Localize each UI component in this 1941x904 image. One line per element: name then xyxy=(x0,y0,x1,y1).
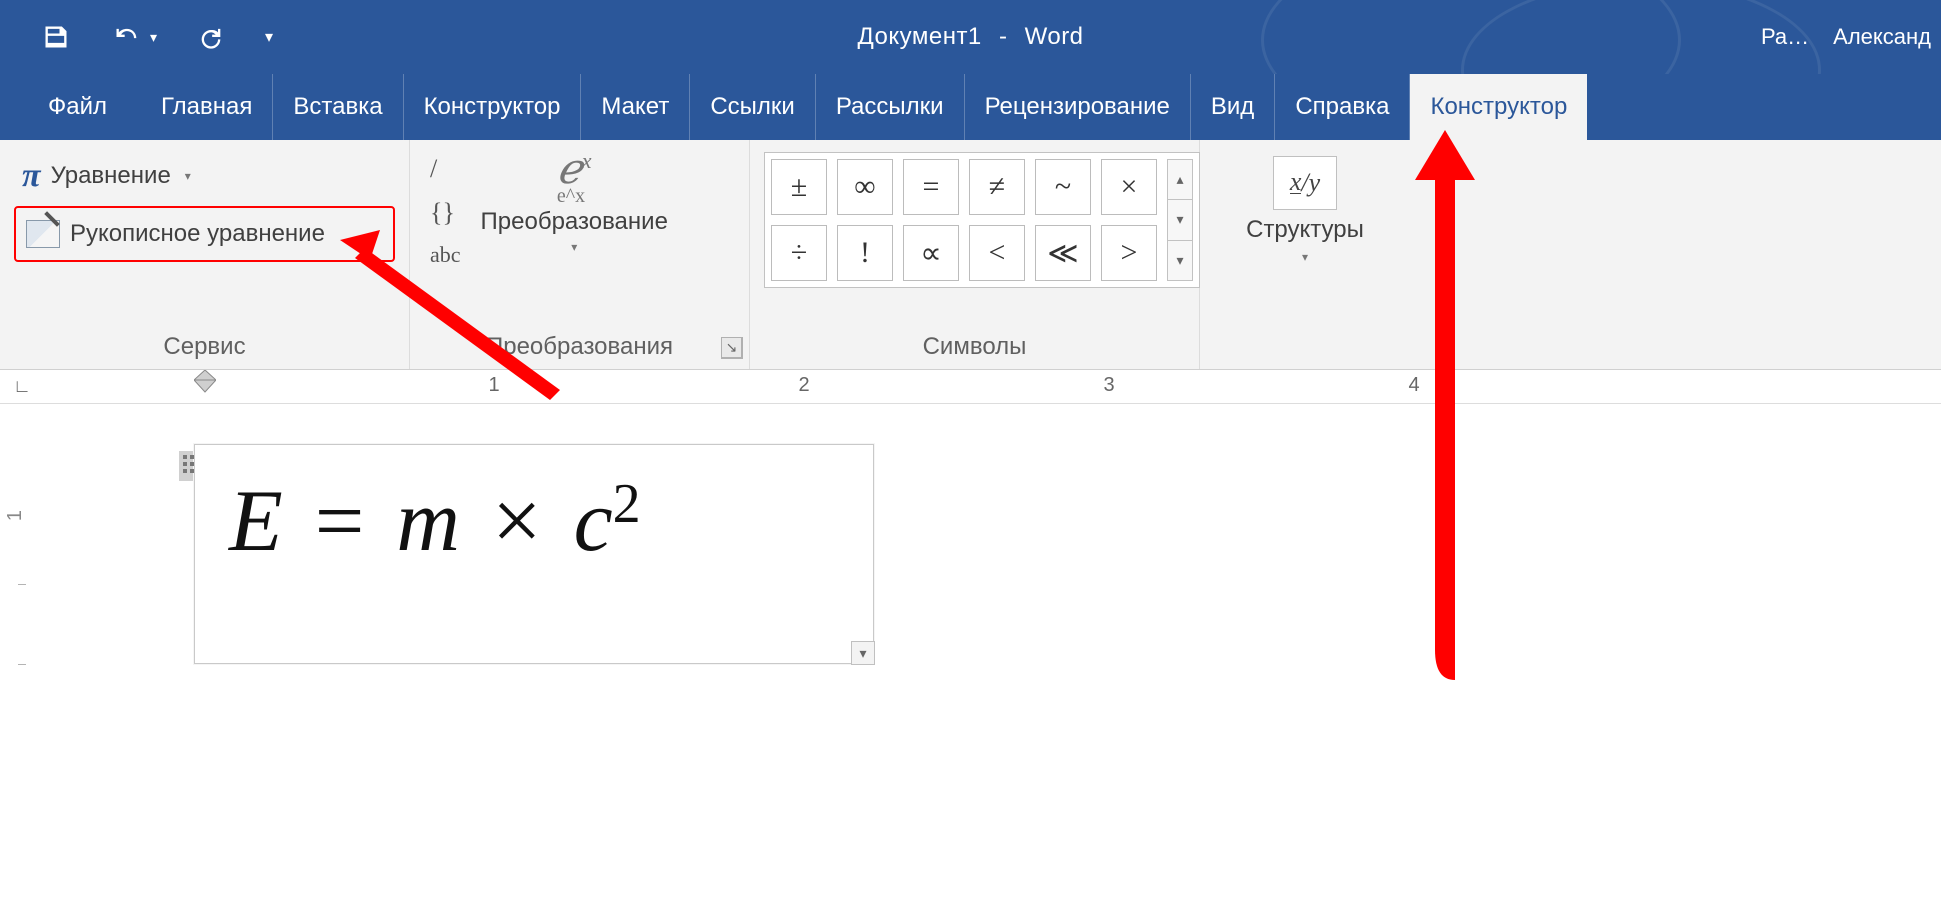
tab-file[interactable]: Файл xyxy=(28,74,141,140)
ink-equation-label: Рукописное уравнение xyxy=(70,220,325,248)
symbols-grid: ± ∞ = ≠ ~ × ÷ ! ∝ < ≪ > xyxy=(771,159,1157,281)
symbol-much-less[interactable]: ≪ xyxy=(1035,225,1091,281)
symbol-tilde[interactable]: ~ xyxy=(1035,159,1091,215)
quick-access-toolbar: ▾ ▾ xyxy=(0,17,279,57)
symbol-multiply[interactable]: × xyxy=(1101,159,1157,215)
save-icon xyxy=(42,23,70,51)
structures-label: Структуры xyxy=(1246,216,1364,244)
horizontal-ruler[interactable]: 1 2 3 4 xyxy=(44,370,1941,403)
save-button[interactable] xyxy=(36,17,76,57)
symbol-not-equal[interactable]: ≠ xyxy=(969,159,1025,215)
qat-customize-button[interactable]: ▾ xyxy=(259,17,279,57)
symbol-factorial[interactable]: ! xyxy=(837,225,893,281)
gallery-scroll-up[interactable]: ▴ xyxy=(1167,159,1193,200)
symbol-infinity[interactable]: ∞ xyxy=(837,159,893,215)
symbol-less-than[interactable]: < xyxy=(969,225,1025,281)
title-bar: ▾ ▾ Документ1 - Word Ра… Александ xyxy=(0,0,1941,74)
group-symbols: ± ∞ = ≠ ~ × ÷ ! ∝ < ≪ > ▴ ▾ ▾ xyxy=(750,140,1200,369)
group-structures: x/y Структуры ▾ xyxy=(1200,140,1410,369)
conversions-dialog-launcher[interactable]: ↘ xyxy=(721,337,743,359)
redo-icon xyxy=(197,23,225,51)
window-title: Документ1 - Word xyxy=(857,23,1083,51)
convert-icon: ℯxe^x xyxy=(557,152,592,204)
group-conversions: / {} abc ℯxe^x Преобразование ▾ Преобраз… xyxy=(410,140,750,369)
gallery-scroll-down[interactable]: ▾ xyxy=(1167,200,1193,240)
convert-label: Преобразование xyxy=(481,208,668,236)
horizontal-ruler-area: ∟ 1 2 3 4 xyxy=(0,370,1941,404)
user-name: Александ xyxy=(1833,24,1931,50)
professional-format-button[interactable]: {} xyxy=(424,196,461,230)
structures-button[interactable]: x/y Структуры ▾ xyxy=(1246,152,1364,264)
equation-drag-handle[interactable] xyxy=(179,451,193,481)
app-name: Word xyxy=(1025,23,1084,50)
vertical-ruler[interactable]: 1 xyxy=(0,404,44,904)
symbols-gallery: ± ∞ = ≠ ~ × ÷ ! ∝ < ≪ > ▴ ▾ ▾ xyxy=(764,152,1200,288)
equation-options-button[interactable]: ▾ xyxy=(851,641,875,665)
gallery-expand[interactable]: ▾ xyxy=(1167,241,1193,281)
convert-button[interactable]: ℯxe^x Преобразование ▾ xyxy=(481,152,668,254)
tab-home[interactable]: Главная xyxy=(141,74,273,140)
document-area: 1 E = m × c2 ▾ xyxy=(0,404,1941,904)
ink-equation-icon xyxy=(26,220,60,248)
symbol-proportional[interactable]: ∝ xyxy=(903,225,959,281)
document-name: Документ1 xyxy=(857,23,981,50)
tab-help[interactable]: Справка xyxy=(1275,74,1410,140)
tab-equation-design[interactable]: Конструктор xyxy=(1410,74,1587,140)
linear-format-button[interactable]: / xyxy=(424,152,443,186)
truncated-context-tab: Ра… xyxy=(1761,24,1809,50)
equation-container[interactable]: E = m × c2 ▾ xyxy=(194,444,874,664)
tab-references[interactable]: Ссылки xyxy=(690,74,816,140)
tab-design[interactable]: Конструктор xyxy=(404,74,582,140)
title-separator: - xyxy=(999,23,1008,50)
vruler-num-1: 1 xyxy=(4,510,27,521)
ruler-num-2: 2 xyxy=(798,374,809,397)
tab-review[interactable]: Рецензирование xyxy=(965,74,1191,140)
group-tools-label: Сервис xyxy=(14,327,395,369)
group-conversions-label: Преобразования xyxy=(424,327,735,369)
ribbon-tabs: Файл Главная Вставка Конструктор Макет С… xyxy=(0,74,1941,140)
symbol-divide[interactable]: ÷ xyxy=(771,225,827,281)
ink-equation-button[interactable]: Рукописное уравнение xyxy=(14,206,395,262)
undo-button[interactable]: ▾ xyxy=(104,17,163,57)
tab-layout[interactable]: Макет xyxy=(581,74,690,140)
text-format-button[interactable]: abc xyxy=(424,240,467,270)
tab-mailings[interactable]: Рассылки xyxy=(816,74,965,140)
indent-marker[interactable] xyxy=(194,370,216,400)
equation-button-label: Уравнение xyxy=(51,162,171,190)
ruler-num-3: 3 xyxy=(1103,374,1114,397)
group-tools: π Уравнение ▾ Рукописное уравнение Серви… xyxy=(0,140,410,369)
group-symbols-label: Символы xyxy=(764,327,1185,369)
page[interactable]: E = m × c2 ▾ xyxy=(44,404,1941,904)
tab-insert[interactable]: Вставка xyxy=(273,74,403,140)
symbol-greater-than[interactable]: > xyxy=(1101,225,1157,281)
equation-content[interactable]: E = m × c2 xyxy=(195,445,873,598)
ruler-num-4: 4 xyxy=(1408,374,1419,397)
redo-button[interactable] xyxy=(191,17,231,57)
symbol-plus-minus[interactable]: ± xyxy=(771,159,827,215)
symbol-equals[interactable]: = xyxy=(903,159,959,215)
undo-icon xyxy=(110,23,144,51)
equation-button[interactable]: π Уравнение ▾ xyxy=(14,152,395,200)
ruler-corner: ∟ xyxy=(0,370,44,403)
pi-icon: π xyxy=(22,157,41,195)
ruler-num-1: 1 xyxy=(488,374,499,397)
ribbon: π Уравнение ▾ Рукописное уравнение Серви… xyxy=(0,140,1941,370)
fraction-icon: x/y xyxy=(1273,156,1337,210)
tab-view[interactable]: Вид xyxy=(1191,74,1275,140)
